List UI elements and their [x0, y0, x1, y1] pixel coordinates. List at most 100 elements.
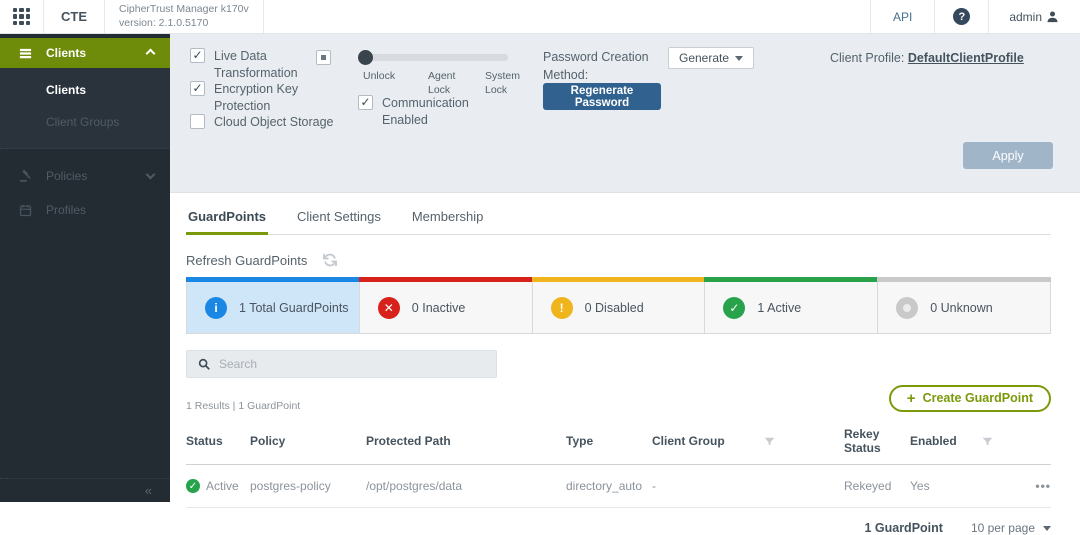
client-group-cell: - — [652, 464, 844, 508]
sidebar-item-label: Profiles — [46, 203, 87, 217]
user-menu[interactable]: admin — [989, 9, 1080, 24]
column-rekey-status[interactable]: Rekey Status — [844, 420, 910, 465]
ldt-detail-button[interactable] — [316, 50, 331, 65]
card-label: 0 Inactive — [411, 300, 466, 315]
column-client-group[interactable]: Client Group — [652, 420, 844, 465]
refresh-icon[interactable] — [321, 251, 339, 269]
search-input[interactable] — [219, 357, 486, 371]
selected-option: Generate — [679, 51, 730, 65]
encryption-key-protection-checkbox[interactable]: ✓ — [190, 81, 205, 96]
tab-membership[interactable]: Membership — [410, 205, 486, 234]
checkbox-label: Encryption Key Protection — [214, 82, 299, 113]
column-enabled[interactable]: Enabled — [910, 420, 1006, 465]
product-version: version: 2.1.0.5170 — [119, 16, 209, 29]
filter-icon[interactable] — [981, 435, 994, 448]
unknown-icon — [896, 296, 919, 319]
column-protected-path[interactable]: Protected Path — [366, 420, 566, 465]
cross-icon: ✕ — [377, 296, 400, 319]
policy-cell: postgres-policy — [250, 464, 366, 508]
product-info: CipherTrust Manager k170v version: 2.1.0… — [105, 3, 263, 30]
card-total-guardpoints[interactable]: i 1 Total GuardPoints — [186, 277, 360, 334]
filter-icon[interactable] — [763, 435, 776, 448]
live-data-transformation-checkbox[interactable]: ✓ — [190, 48, 205, 63]
column-policy[interactable]: Policy — [250, 420, 366, 465]
help-icon[interactable]: ? — [953, 8, 971, 25]
column-status[interactable]: Status — [186, 420, 250, 465]
per-page-label: 10 per page — [970, 521, 1035, 535]
results-row: 1 Results | 1 GuardPoint + Create GuardP… — [186, 384, 1051, 412]
card-accent — [186, 277, 360, 282]
clients-icon — [19, 48, 32, 58]
password-method-select[interactable]: Generate — [668, 47, 754, 69]
card-label: 1 Active — [757, 300, 802, 315]
card-accent — [358, 277, 533, 282]
caret-down-icon — [1043, 525, 1051, 531]
cloud-object-storage-checkbox[interactable] — [190, 114, 205, 129]
check-icon: ✓ — [723, 296, 746, 319]
card-active[interactable]: ✓ 1 Active — [704, 277, 879, 334]
username: admin — [1009, 9, 1042, 24]
tab-guardpoints[interactable]: GuardPoints — [186, 205, 269, 235]
sidebar-item-policies[interactable]: Policies — [0, 159, 170, 193]
app-brand: CTE — [61, 9, 87, 24]
sidebar-item-clients[interactable]: Clients — [0, 74, 170, 106]
per-page-select[interactable]: 10 per page — [971, 521, 1051, 535]
divider — [934, 0, 936, 33]
card-disabled[interactable]: ! 0 Disabled — [531, 277, 706, 334]
plus-icon: + — [906, 389, 916, 407]
active-check-icon: ✓ — [186, 479, 200, 493]
guardpoints-table: Status Policy Protected Path Type Client… — [186, 420, 1051, 508]
type-cell: directory_auto — [566, 464, 652, 508]
tab-bar: GuardPoints Client Settings Membership — [186, 205, 1051, 235]
row-actions-menu[interactable]: ••• — [1006, 464, 1051, 508]
password-method-label: Password Creation Method: — [543, 50, 649, 82]
refresh-row: Refresh GuardPoints — [186, 251, 1051, 269]
checkbox-row: Cloud Object Storage — [190, 114, 346, 131]
user-icon — [1047, 11, 1058, 23]
client-profile-link[interactable]: DefaultClientProfile — [908, 51, 1024, 65]
exclamation-icon: ! — [550, 296, 573, 319]
table-row[interactable]: ✓ Active postgres-policy /opt/postgres/d… — [186, 464, 1051, 508]
column-actions — [1006, 420, 1051, 465]
sidebar-collapse-button[interactable]: « — [0, 478, 170, 502]
card-inactive[interactable]: ✕ 0 Inactive — [358, 277, 533, 334]
card-unknown[interactable]: 0 Unknown — [877, 277, 1051, 334]
client-profile-line: Client Profile: DefaultClientProfile — [830, 51, 1024, 65]
app-switcher-icon[interactable] — [13, 8, 30, 25]
sidebar-item-profiles[interactable]: Profiles — [0, 193, 170, 227]
api-link[interactable]: API — [871, 10, 934, 24]
rekey-status-cell: Rekeyed — [844, 464, 910, 508]
apply-button[interactable]: Apply — [963, 142, 1053, 169]
card-label: 0 Disabled — [584, 300, 644, 315]
column-label: Client Group — [652, 434, 725, 448]
protected-path-cell: /opt/postgres/data — [366, 464, 566, 508]
column-type[interactable]: Type — [566, 420, 652, 465]
communication-enabled-checkbox[interactable]: ✓ — [358, 95, 373, 110]
checkbox-row: ✓ Communication Enabled — [358, 95, 494, 129]
slider-knob[interactable] — [358, 50, 373, 65]
refresh-label: Refresh GuardPoints — [186, 252, 308, 268]
create-guardpoint-label: Create GuardPoint — [922, 391, 1033, 405]
create-guardpoint-button[interactable]: + Create GuardPoint — [888, 384, 1051, 412]
card-accent — [877, 277, 1051, 282]
sidebar-item-label: Policies — [46, 169, 88, 183]
sidebar-item-client-groups[interactable]: Client Groups — [0, 106, 170, 138]
profiles-icon — [19, 204, 32, 216]
tab-client-settings[interactable]: Client Settings — [295, 205, 383, 234]
table-footer: 1 GuardPoint 10 per page — [186, 521, 1051, 535]
slider-label-system-lock: System Lock — [485, 70, 521, 96]
policies-icon — [19, 169, 31, 182]
chevron-down-icon — [145, 169, 156, 180]
table-header-row: Status Policy Protected Path Type Client… — [186, 420, 1051, 465]
slider-label-agent-lock: Agent Lock — [428, 70, 456, 96]
card-accent — [704, 277, 879, 282]
enabled-cell: Yes — [910, 464, 1006, 508]
column-label: Enabled — [910, 434, 957, 448]
lock-level-slider[interactable] — [358, 50, 508, 65]
slider-label-unlock: Unlock — [363, 70, 396, 82]
top-bar: CTE CipherTrust Manager k170v version: 2… — [0, 0, 1080, 34]
square-icon — [321, 55, 326, 60]
sidebar-section-clients[interactable]: Clients — [0, 38, 170, 68]
product-name: CipherTrust Manager k170v — [119, 2, 249, 15]
regenerate-password-button[interactable]: Regenerate Password — [543, 83, 661, 110]
